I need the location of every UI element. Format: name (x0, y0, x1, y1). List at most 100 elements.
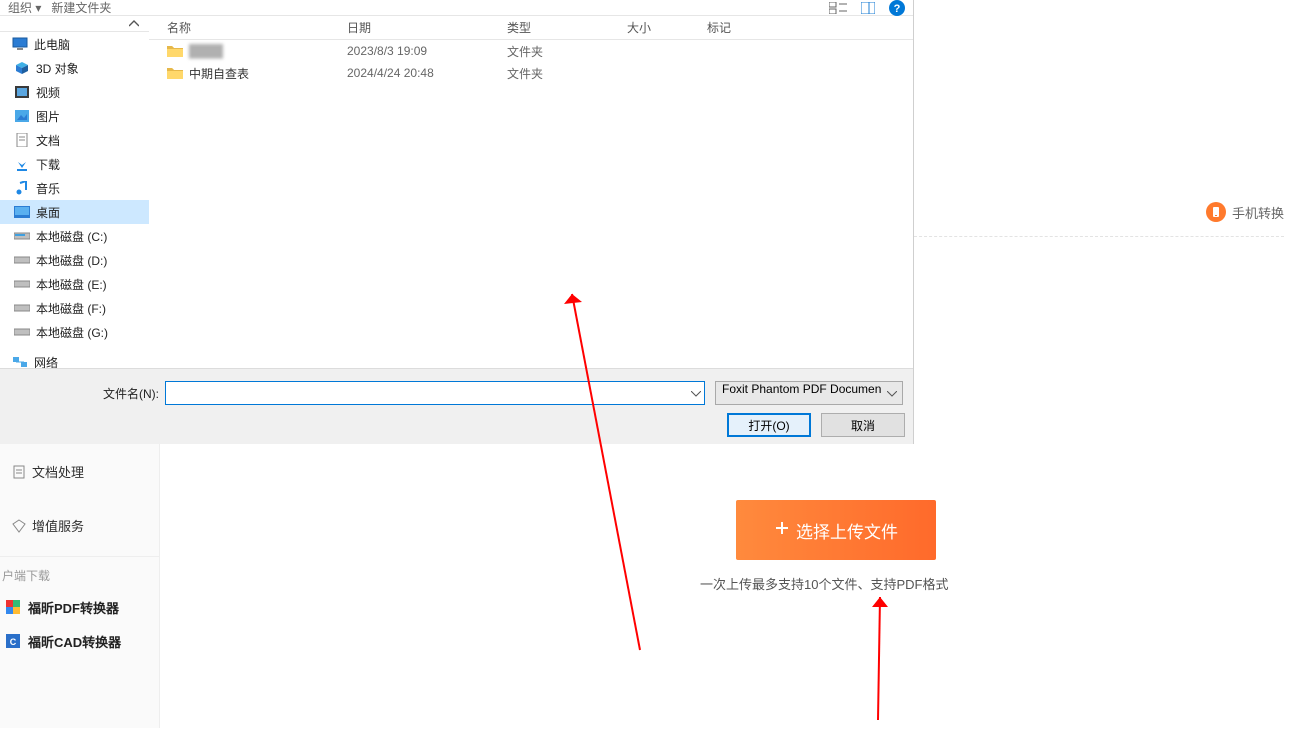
sidebar-pdf-converter[interactable]: 福昕PDF转换器 (0, 590, 159, 624)
file-date: 2024/4/24 20:48 (337, 66, 497, 80)
column-headers[interactable]: 名称 日期 类型 大小 标记 (149, 16, 913, 40)
app-logo-icon: C (6, 634, 20, 648)
film-icon (14, 84, 30, 100)
sidebar-label: 福昕CAD转换器 (28, 632, 121, 651)
plus-icon (774, 520, 790, 541)
mobile-convert-label: 手机转换 (1232, 203, 1284, 222)
download-icon (14, 156, 30, 172)
preview-pane-icon[interactable] (861, 2, 875, 14)
nav-this-pc[interactable]: 此电脑 (0, 32, 149, 56)
diamond-icon (12, 519, 24, 531)
page-main: 选择上传文件 一次上传最多支持10个文件、支持PDF格式 (160, 444, 1304, 728)
nav-drive-d[interactable]: 本地磁盘 (D:) (0, 248, 149, 272)
col-name[interactable]: 名称 (157, 19, 337, 36)
document-icon (14, 132, 30, 148)
nav-music[interactable]: 音乐 (0, 176, 149, 200)
doc-icon (12, 465, 24, 477)
new-folder-button[interactable]: 新建文件夹 (51, 0, 111, 16)
nav-label: 下载 (36, 156, 60, 173)
filename-input[interactable] (165, 381, 705, 405)
nav-documents[interactable]: 文档 (0, 128, 149, 152)
network-icon (12, 354, 28, 368)
file-row[interactable]: 中期自查表 2024/4/24 20:48 文件夹 (149, 62, 913, 84)
svg-text:?: ? (894, 3, 901, 15)
file-type: 文件夹 (497, 65, 617, 82)
nav-label: 音乐 (36, 180, 60, 197)
file-name: 中期自查表 (189, 65, 249, 82)
drive-icon (14, 300, 30, 316)
dialog-toolbar: 组织 ▾ 新建文件夹 ? (0, 0, 913, 16)
nav-drive-f[interactable]: 本地磁盘 (F:) (0, 296, 149, 320)
nav-drive-e[interactable]: 本地磁盘 (E:) (0, 272, 149, 296)
filename-label: 文件名(N): (0, 385, 165, 402)
nav-label: 视频 (36, 84, 60, 101)
upload-hint: 一次上传最多支持10个文件、支持PDF格式 (700, 574, 948, 593)
picture-icon (14, 108, 30, 124)
nav-label: 本地磁盘 (F:) (36, 300, 106, 317)
sidebar-cad-converter[interactable]: C 福昕CAD转换器 (0, 624, 159, 658)
file-row[interactable]: ████ 2023/8/3 19:09 文件夹 (149, 40, 913, 62)
open-button-label: 打开(O) (748, 417, 789, 434)
nav-label: 桌面 (36, 204, 60, 221)
sidebar-section-header: 户端下载 (0, 563, 159, 590)
nav-tree: 此电脑 3D 对象 视频 图片 文档 下载 (0, 16, 149, 368)
nav-videos[interactable]: 视频 (0, 80, 149, 104)
help-icon[interactable]: ? (889, 0, 905, 16)
file-date: 2023/8/3 19:09 (337, 44, 497, 58)
upload-button-label: 选择上传文件 (796, 518, 898, 543)
sidebar-label: 文档处理 (32, 462, 84, 481)
dialog-bottom: 文件名(N): Foxit Phantom PDF Documen 打开(O) (0, 368, 913, 444)
nav-label: 网络 (34, 354, 58, 369)
divider (914, 236, 1284, 237)
nav-drive-g[interactable]: 本地磁盘 (G:) (0, 320, 149, 344)
nav-label: 本地磁盘 (D:) (36, 252, 107, 269)
organize-menu[interactable]: 组织 ▾ (8, 0, 41, 16)
nav-desktop[interactable]: 桌面 (0, 200, 149, 224)
nav-label: 图片 (36, 108, 60, 125)
sidebar-doc-processing[interactable]: 文档处理 (0, 444, 159, 498)
nav-network[interactable]: 网络 (0, 350, 149, 368)
folder-icon (167, 44, 183, 58)
drive-icon (14, 276, 30, 292)
col-size[interactable]: 大小 (617, 19, 697, 36)
app-logo-icon (6, 600, 20, 614)
nav-downloads[interactable]: 下载 (0, 152, 149, 176)
sidebar-label: 福昕PDF转换器 (28, 598, 119, 617)
divider (0, 556, 159, 557)
cancel-button[interactable]: 取消 (821, 413, 905, 437)
upload-button[interactable]: 选择上传文件 (736, 500, 936, 560)
drive-icon (14, 324, 30, 340)
view-mode-icon[interactable] (829, 2, 847, 14)
open-button[interactable]: 打开(O) (727, 413, 811, 437)
col-date[interactable]: 日期 (337, 19, 497, 36)
col-tag[interactable]: 标记 (697, 19, 913, 36)
nav-pictures[interactable]: 图片 (0, 104, 149, 128)
cube-icon (14, 60, 30, 76)
nav-drive-c[interactable]: 本地磁盘 (C:) (0, 224, 149, 248)
sidebar-premium[interactable]: 增值服务 (0, 498, 159, 552)
desktop-icon (14, 204, 30, 220)
phone-icon (1206, 202, 1226, 222)
filetype-select[interactable]: Foxit Phantom PDF Documen (715, 381, 903, 405)
col-type[interactable]: 类型 (497, 19, 617, 36)
nav-label: 本地磁盘 (G:) (36, 324, 108, 341)
nav-label: 此电脑 (34, 36, 70, 53)
filetype-value: Foxit Phantom PDF Documen (722, 382, 881, 396)
app-sidebar: 文档处理 增值服务 户端下载 福昕PDF转换器 C 福昕CAD转换器 (0, 444, 160, 728)
collapse-nav-icon[interactable] (0, 16, 149, 32)
nav-label: 3D 对象 (36, 60, 79, 77)
nav-label: 本地磁盘 (E:) (36, 276, 107, 293)
file-type: 文件夹 (497, 43, 617, 60)
sidebar-label: 增值服务 (32, 516, 84, 535)
page-right-panel: 手机转换 (914, 0, 1304, 444)
monitor-icon (12, 36, 28, 52)
mobile-convert-badge[interactable]: 手机转换 (1206, 202, 1284, 222)
file-name: ████ (189, 44, 223, 58)
music-icon (14, 180, 30, 196)
file-open-dialog: 组织 ▾ 新建文件夹 ? 此电脑 (0, 0, 914, 444)
nav-label: 本地磁盘 (C:) (36, 228, 107, 245)
nav-3d-objects[interactable]: 3D 对象 (0, 56, 149, 80)
drive-icon (14, 252, 30, 268)
drive-icon (14, 228, 30, 244)
nav-label: 文档 (36, 132, 60, 149)
